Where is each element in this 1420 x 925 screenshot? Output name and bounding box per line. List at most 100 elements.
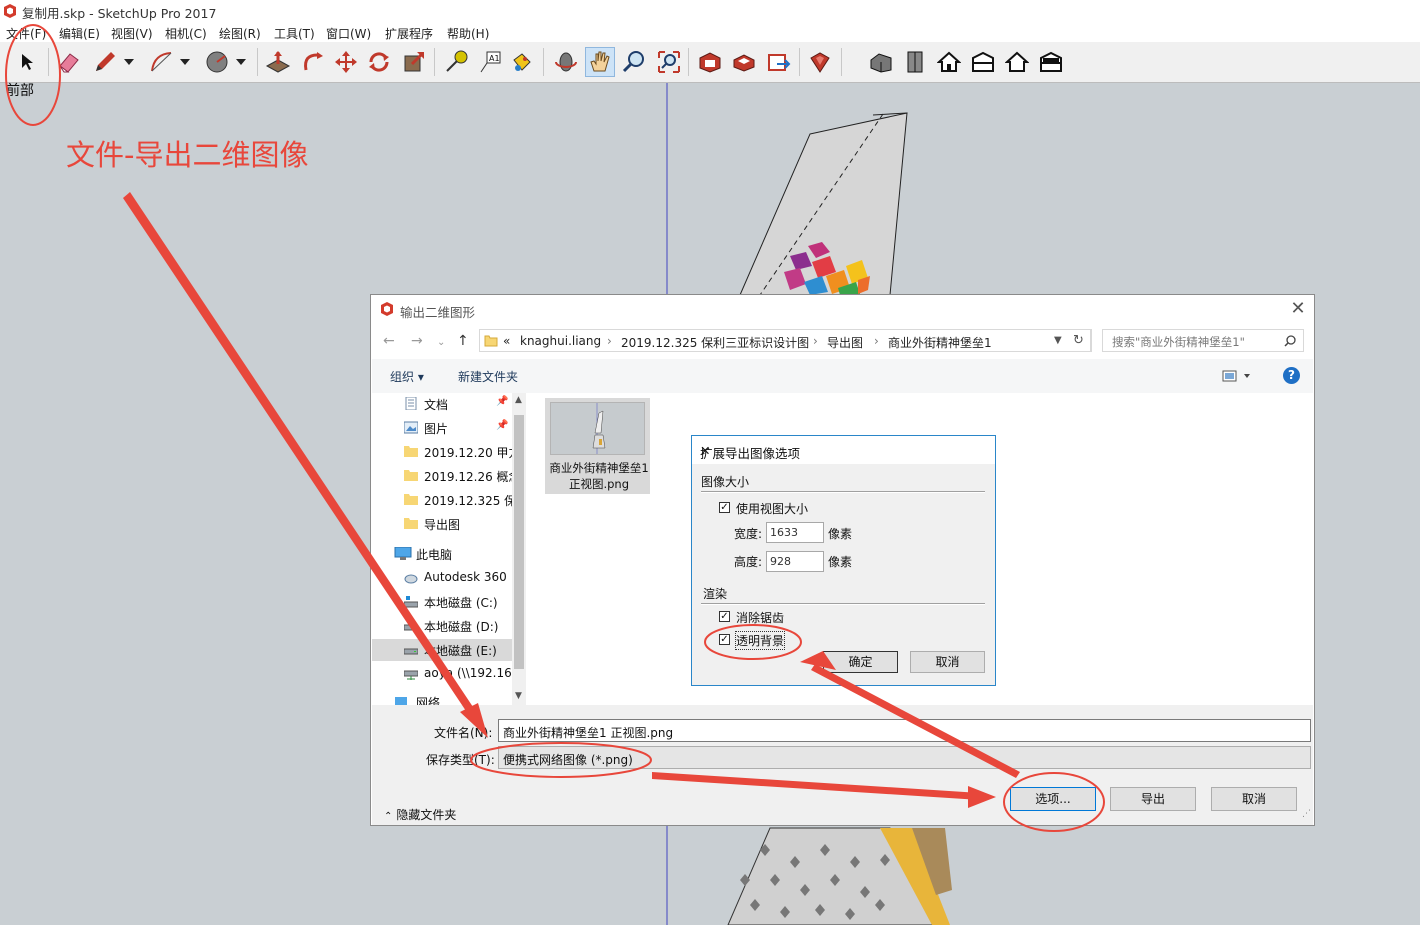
breadcrumb-export[interactable]: 导出图 [827,334,863,351]
file-name: 商业外街精神堡垒1 正视图.png [549,461,649,491]
nav-label: 2019.12.20 甲方 [424,446,521,460]
nav-item-this-pc[interactable]: 此电脑 [372,543,512,565]
network-drive-icon [404,670,418,680]
transparent-background-label: 透明背景 [734,631,786,650]
nav-label: aoya (\\192.168 [424,666,520,680]
use-view-size-checkbox[interactable]: ✓ [719,502,730,513]
refresh-icon: ↻ [1073,333,1084,348]
use-view-size-label: 使用视图大小 [736,502,809,516]
nav-label: 2019.12.325 保 [424,494,517,508]
file-item[interactable]: 商业外街精神堡垒1 正视图.png [545,398,650,494]
hide-folders-label: 隐藏文件夹 [396,808,457,822]
chevron-down-icon[interactable]: ⌄ [437,337,445,348]
nav-item-folder[interactable]: 2019.12.325 保 [372,489,516,511]
cloud-icon [404,574,418,584]
refresh-button[interactable]: ↻ [1067,329,1091,352]
annotation-text: 文件-导出二维图像 [66,138,309,172]
nav-item-folder[interactable]: 2019.12.20 甲方 [372,441,521,463]
filetype-select[interactable]: 便携式网络图像 (*.png) ⌄ [498,746,1311,769]
nav-label: 网络 [416,696,441,705]
nav-item-pictures[interactable]: 图片 📌 [372,417,512,439]
computer-icon [394,547,412,560]
pin-icon[interactable]: 📌 [496,420,508,431]
chevron-down-icon[interactable]: ▼ [1054,335,1062,346]
breadcrumb-current[interactable]: 商业外街精神堡垒1 [888,334,992,351]
hide-folders-toggle[interactable]: ⌃ 隐藏文件夹 [384,806,456,823]
chevron-down-icon[interactable]: ⌄ [503,723,1306,734]
navigation-pane: 文档 📌 图片 📌 2019.12.20 甲方 2019.12.26 概念 2019… [372,393,526,705]
nav-label: 图片 [424,422,449,436]
document-icon [405,397,417,410]
pin-icon[interactable]: 📌 [496,396,508,407]
nav-label: 本地磁盘 (E:) [424,644,497,658]
transparent-background-checkbox[interactable]: ✓ [719,634,730,645]
dialog-title: 输出二维图形 [400,305,476,320]
breadcrumb-overflow[interactable]: « [503,334,510,348]
options-title-bar: 扩展导出图像选项 ✕ [692,436,995,464]
nav-label: 2019.12.26 概念 [424,470,521,484]
view-options-icon[interactable] [1222,369,1252,383]
nav-item-folder[interactable]: 2019.12.26 概念 [372,465,521,487]
resize-grip-icon[interactable]: ⋰ [1302,809,1311,819]
back-arrow-icon[interactable]: ← [383,333,395,349]
ok-button[interactable]: 确定 [823,651,898,673]
address-bar[interactable]: « knaghui.liang › 2019.12.325 保利三亚标识设计图 … [479,329,1092,352]
nav-item-drive-e[interactable]: 本地磁盘 (E:) [372,639,512,661]
file-thumbnail [550,402,645,455]
nav-item-network-drive[interactable]: aoya (\\192.168 [372,663,519,685]
filetype-label: 保存类型(T): [426,753,495,767]
divider [701,603,985,605]
help-button[interactable]: ? [1283,367,1300,384]
export-button[interactable]: 导出 [1110,787,1196,811]
width-value: 1633 [770,526,798,539]
chevron-down-icon[interactable]: ▼ [515,691,522,701]
nav-label: 导出图 [424,518,461,532]
folder-icon [404,494,418,505]
export-options-dialog: 扩展导出图像选项 ✕ 图像大小 ✓ 使用视图大小 宽度: 1633 像素 高度:… [691,435,996,686]
image-size-group: 图像大小 [701,475,750,489]
height-label: 高度: [734,555,763,569]
height-value: 928 [770,555,791,568]
antialias-label: 消除锯齿 [736,611,785,625]
chevron-up-icon: ⌃ [384,811,393,822]
nav-item-documents[interactable]: 文档 📌 [372,393,512,415]
close-icon[interactable]: ✕ [700,443,989,458]
antialias-checkbox[interactable]: ✓ [719,611,730,622]
width-input[interactable]: 1633 [766,522,824,543]
filename-input[interactable]: 商业外街精神堡垒1 正视图.png ⌄ [498,719,1311,742]
search-icon [1284,335,1296,347]
up-arrow-icon[interactable]: ↑ [457,333,469,349]
options-button[interactable]: 选项... [1010,787,1096,811]
network-icon [395,697,407,705]
cancel-button[interactable]: 取消 [1211,787,1297,811]
new-folder-button[interactable]: 新建文件夹 [458,368,518,385]
divider [701,491,985,493]
breadcrumb-project[interactable]: 2019.12.325 保利三亚标识设计图 [621,334,809,351]
nav-scrollbar[interactable]: ▲ ▼ [512,393,526,705]
organize-menu[interactable]: 组织 ▾ [390,368,424,385]
nav-item-folder[interactable]: 导出图 [372,513,512,535]
close-button[interactable]: ✕ [1288,299,1308,319]
nav-item-network[interactable]: 网络 [372,691,512,705]
breadcrumb-user[interactable]: knaghui.liang [520,334,601,348]
nav-item-drive-c[interactable]: 本地磁盘 (C:) [372,591,512,613]
scrollbar-thumb[interactable] [514,415,524,669]
chevron-down-icon: ⌄ [503,750,512,761]
chevron-right-icon: › [813,334,818,348]
search-input[interactable]: 搜索"商业外街精神堡垒1" [1102,329,1304,352]
nav-label: 本地磁盘 (D:) [424,620,499,634]
windows-drive-icon [404,596,418,608]
scene-tab-label[interactable]: 前部 [6,80,34,100]
forward-arrow-icon[interactable]: → [411,333,423,349]
height-input[interactable]: 928 [766,551,824,572]
filename-label: 文件名(N): [434,726,493,740]
command-bar: 组织 ▾ 新建文件夹 [372,359,1313,393]
nav-item-autodesk[interactable]: Autodesk 360 [372,567,512,589]
chevron-up-icon[interactable]: ▲ [515,395,522,405]
hard-drive-icon [404,624,418,631]
close-icon: ✕ [1290,298,1306,319]
nav-item-drive-d[interactable]: 本地磁盘 (D:) [372,615,512,637]
render-group: 渲染 [703,587,728,601]
options-cancel-button[interactable]: 取消 [910,651,985,673]
sketchup-app-icon [381,302,393,316]
